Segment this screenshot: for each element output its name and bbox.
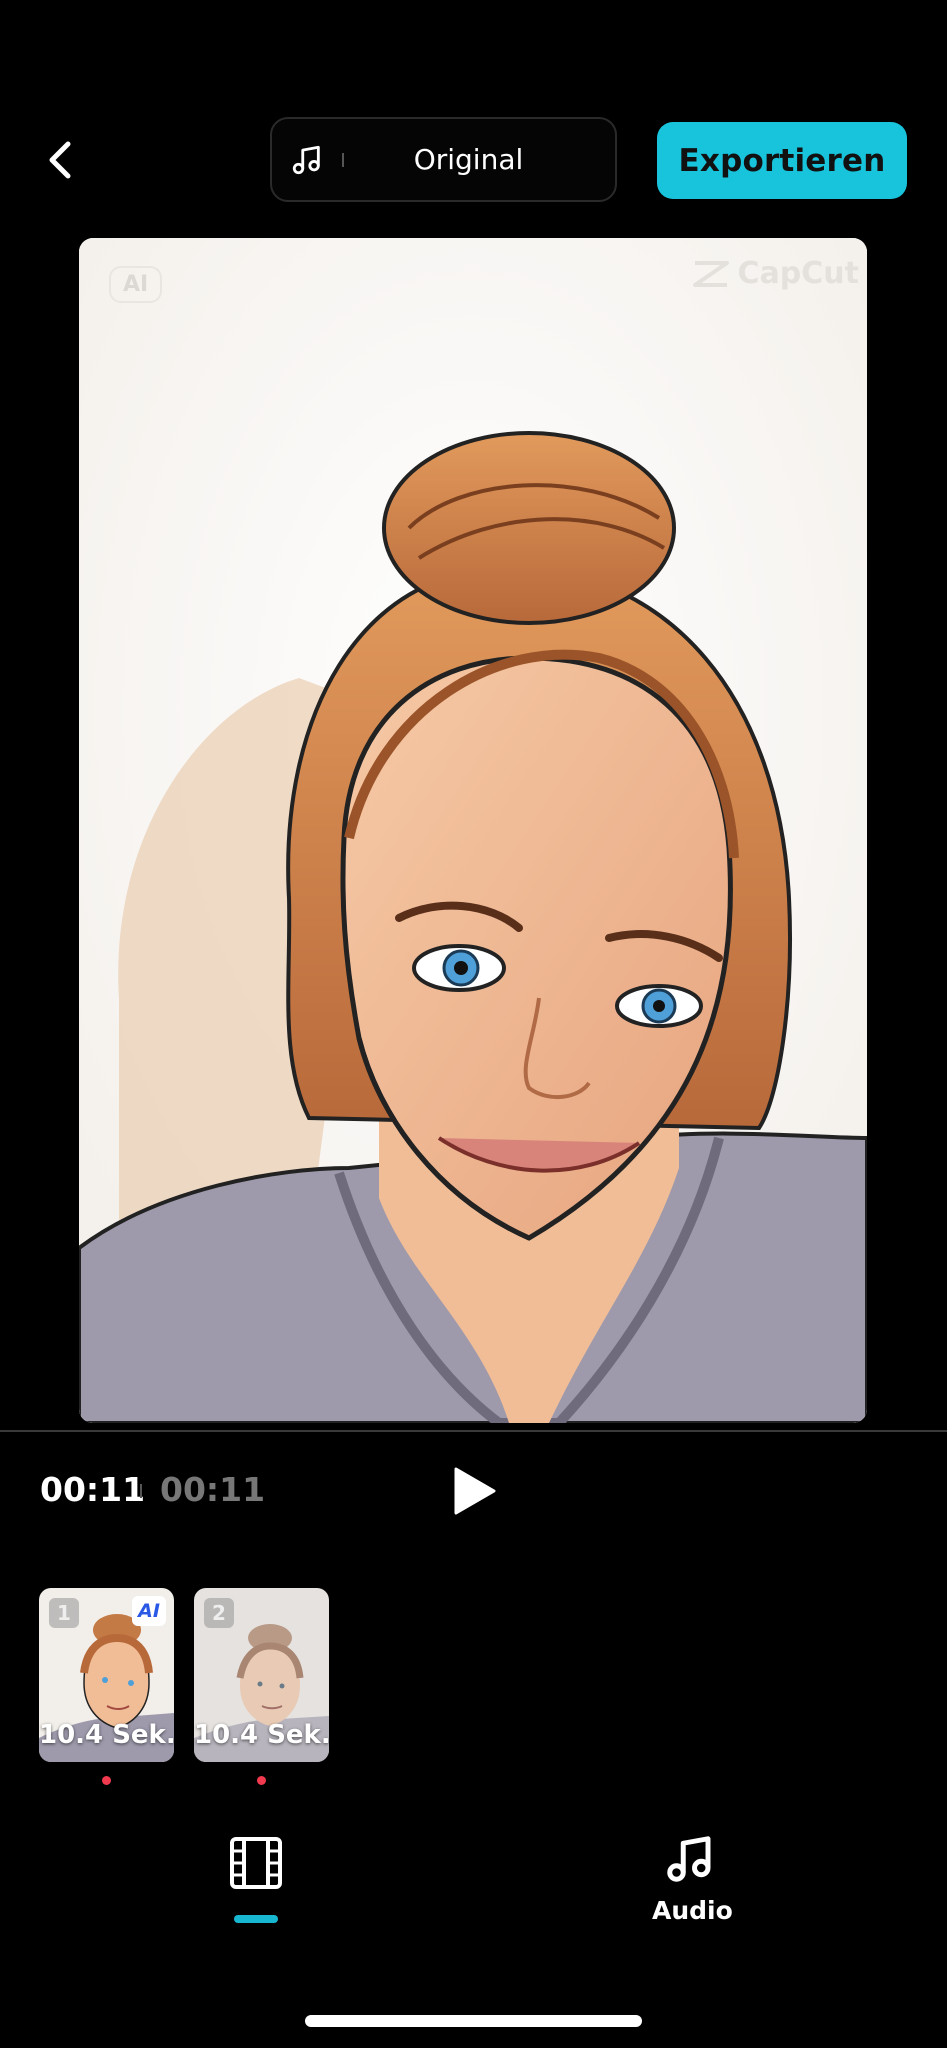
back-button[interactable] — [36, 130, 84, 190]
clip-thumbnail-1[interactable]: 1 AI 10.4 Sek. — [39, 1588, 174, 1762]
ai-badge: AI — [132, 1596, 166, 1626]
current-time: 00:11 — [40, 1470, 146, 1509]
video-preview[interactable]: AI CapCut — [79, 238, 867, 1423]
music-label: Original — [413, 143, 524, 176]
total-time: 00:11 — [160, 1470, 266, 1509]
clip-thumbnail-2[interactable]: 2 10.4 Sek. — [194, 1588, 329, 1762]
preview-illustration — [79, 238, 867, 1423]
capcut-watermark: CapCut — [692, 256, 859, 291]
watermark-text: CapCut — [737, 256, 859, 291]
music-note-icon — [272, 119, 342, 200]
clip-marker-dot — [257, 1776, 266, 1785]
tab-audio-label: Audio — [652, 1896, 733, 1925]
music-note-icon — [667, 1836, 711, 1882]
active-tab-indicator — [234, 1915, 278, 1923]
capcut-logo-icon — [692, 260, 729, 287]
play-button[interactable] — [448, 1465, 500, 1517]
home-indicator[interactable] — [305, 2015, 642, 2027]
tab-clips[interactable] — [228, 1835, 284, 1891]
clip-duration: 10.4 Sek. — [39, 1720, 174, 1750]
tab-audio[interactable]: Audio — [652, 1832, 733, 1932]
clip-duration: 10.4 Sek. — [194, 1720, 329, 1750]
music-selector[interactable]: Original — [270, 117, 617, 202]
chevron-left-icon — [49, 141, 71, 179]
clip-number: 2 — [204, 1598, 234, 1628]
divider — [0, 1430, 947, 1432]
export-button[interactable]: Exportieren — [657, 122, 907, 199]
time-separator — [140, 1484, 142, 1498]
play-icon — [454, 1467, 496, 1515]
film-strip-icon — [230, 1837, 282, 1889]
clip-marker-dot — [102, 1776, 111, 1785]
clip-number: 1 — [49, 1598, 79, 1628]
ai-tag: AI — [109, 266, 163, 303]
